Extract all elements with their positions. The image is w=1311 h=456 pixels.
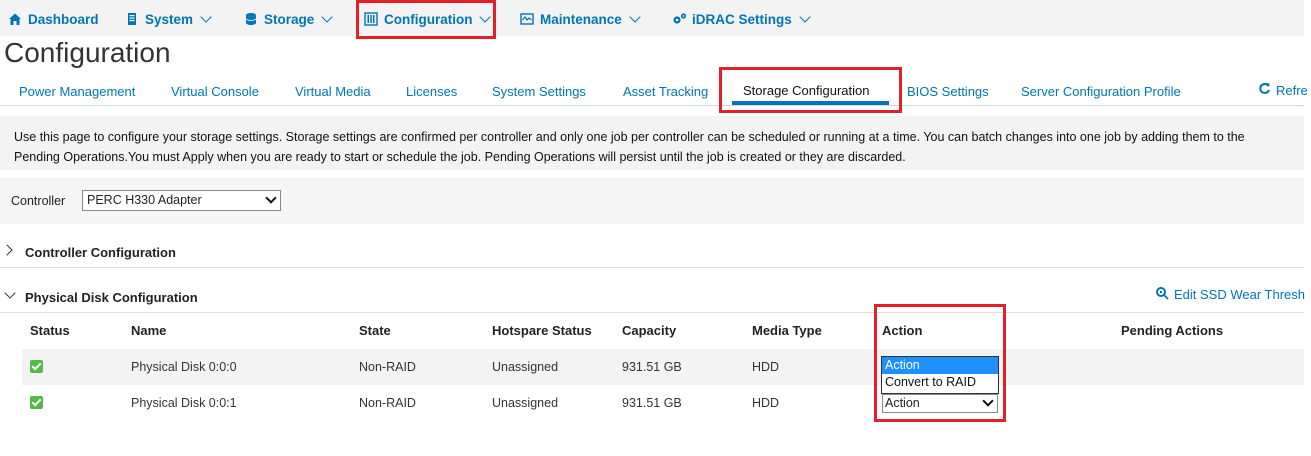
chevron-down-icon — [200, 10, 212, 23]
section-title: Controller Configuration — [25, 245, 176, 260]
tab-licenses[interactable]: Licenses — [406, 84, 457, 99]
server-icon — [125, 12, 139, 26]
status-ok-icon — [30, 360, 43, 373]
tab-bios-settings[interactable]: BIOS Settings — [907, 84, 989, 99]
gears-icon — [672, 12, 687, 26]
disk-hotspare-status: Unassigned — [492, 396, 559, 410]
refresh-button[interactable]: Refre — [1258, 82, 1308, 98]
nav-label: System — [145, 11, 194, 27]
nav-idrac-settings[interactable]: iDRAC Settings — [672, 9, 811, 29]
nav-dashboard[interactable]: Dashboard — [8, 9, 99, 29]
disk-name: Physical Disk 0:0:1 — [131, 396, 237, 410]
disk-media-type: HDD — [752, 360, 780, 374]
database-icon — [244, 12, 258, 26]
edit-ssd-label: Edit SSD Wear Thresh — [1174, 287, 1306, 302]
top-navigation: Dashboard System Storage Configuration M… — [0, 0, 1304, 36]
highlight-box-action — [874, 304, 1006, 422]
highlight-box-configuration — [356, 0, 496, 39]
controller-selected-value: PERC H330 Adapter — [87, 193, 202, 207]
physical-disk-configuration-section[interactable]: Physical Disk Configuration — [0, 283, 1304, 313]
controller-row: Controller PERC H330 Adapter — [0, 178, 1304, 224]
section-title: Physical Disk Configuration — [25, 290, 198, 305]
nav-label: Dashboard — [28, 11, 99, 27]
table-row: Physical Disk 0:0:0 Non-RAID Unassigned … — [22, 349, 1304, 385]
column-header-name: Name — [131, 323, 167, 338]
disk-name: Physical Disk 0:0:0 — [131, 360, 237, 374]
disk-capacity: 931.51 GB — [622, 360, 682, 374]
chevron-down-icon — [4, 287, 16, 299]
controller-label: Controller — [11, 194, 66, 208]
tab-system-settings[interactable]: System Settings — [492, 84, 586, 99]
chevron-down-icon — [629, 10, 641, 23]
tab-virtual-media[interactable]: Virtual Media — [295, 84, 371, 99]
highlight-box-storage-configuration — [719, 67, 902, 113]
info-message: Use this page to configure your storage … — [0, 116, 1304, 170]
disk-state: Non-RAID — [359, 360, 416, 374]
chevron-right-icon — [1, 244, 13, 256]
tab-virtual-console[interactable]: Virtual Console — [171, 84, 259, 99]
chevron-down-icon — [799, 10, 811, 23]
column-header-state: State — [359, 323, 391, 338]
nav-label: Storage — [264, 11, 315, 27]
page-title: Configuration — [4, 37, 171, 68]
chevron-down-icon — [265, 192, 277, 204]
tab-power-management[interactable]: Power Management — [19, 84, 135, 99]
tab-server-configuration-profile[interactable]: Server Configuration Profile — [1021, 84, 1181, 99]
disk-hotspare-status: Unassigned — [492, 360, 559, 374]
nav-label: iDRAC Settings — [692, 11, 792, 27]
controller-configuration-section[interactable]: Controller Configuration — [0, 238, 1304, 268]
maintenance-icon — [520, 12, 534, 26]
column-header-media-type: Media Type — [752, 323, 822, 338]
edit-ssd-wear-threshold-link[interactable]: Edit SSD Wear Thresh — [1155, 286, 1305, 303]
status-ok-icon — [30, 396, 43, 409]
tab-asset-tracking[interactable]: Asset Tracking — [623, 84, 708, 99]
disk-capacity: 931.51 GB — [622, 396, 682, 410]
chevron-down-icon — [321, 10, 333, 23]
gear-icon — [1155, 286, 1169, 303]
disk-state: Non-RAID — [359, 396, 416, 410]
disk-media-type: HDD — [752, 396, 780, 410]
column-header-pending-actions: Pending Actions — [1121, 323, 1224, 338]
refresh-icon — [1258, 82, 1271, 98]
table-row: Physical Disk 0:0:1 Non-RAID Unassigned … — [22, 385, 1304, 421]
nav-maintenance[interactable]: Maintenance — [520, 9, 641, 29]
nav-label: Maintenance — [540, 11, 622, 27]
column-header-status: Status — [30, 323, 70, 338]
nav-storage[interactable]: Storage — [244, 9, 333, 29]
refresh-label: Refre — [1276, 82, 1308, 98]
home-icon — [8, 12, 22, 26]
table-header: Status Name State Hotspare Status Capaci… — [22, 314, 1304, 347]
nav-system[interactable]: System — [125, 9, 212, 29]
controller-select[interactable]: PERC H330 Adapter — [82, 190, 281, 211]
column-header-capacity: Capacity — [622, 323, 677, 338]
column-header-hotspare-status: Hotspare Status — [492, 323, 592, 338]
